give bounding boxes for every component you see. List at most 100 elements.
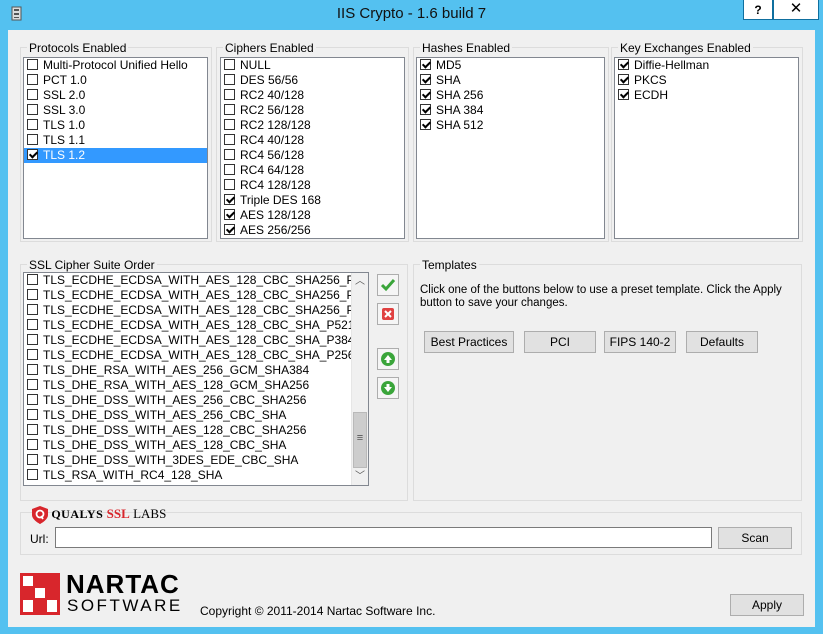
cipher-item-rc2-56-128[interactable]: RC2 56/128 <box>221 103 404 118</box>
protocol-checkbox[interactable] <box>27 149 38 160</box>
cipher-suite-item-tls-dhe-rsa-with-aes-256-gcm-sha384[interactable]: TLS_DHE_RSA_WITH_AES_256_GCM_SHA384 <box>24 363 368 378</box>
key-exchange-checkbox[interactable] <box>618 89 629 100</box>
cipher-checkbox[interactable] <box>224 179 235 190</box>
protocols-list[interactable]: Multi-Protocol Unified Hello PCT 1.0 SSL 2… <box>23 57 208 239</box>
cipher-suite-item-tls-dhe-rsa-with-aes-128-gcm-sha256[interactable]: TLS_DHE_RSA_WITH_AES_128_GCM_SHA256 <box>24 378 368 393</box>
cipher-item-null[interactable]: NULL <box>221 58 404 73</box>
cipher-checkbox[interactable] <box>224 119 235 130</box>
cipher-suite-item-tls-dhe-dss-with-aes-256-cbc-sha[interactable]: TLS_DHE_DSS_WITH_AES_256_CBC_SHA <box>24 408 368 423</box>
cipher-checkbox[interactable] <box>224 104 235 115</box>
key-exchange-item-ecdh[interactable]: ECDH <box>615 88 798 103</box>
cipher-suite-item-tls-ecdhe-ecdsa-with-aes-128-cbc-sha256-p384[interactable]: TLS_ECDHE_ECDSA_WITH_AES_128_CBC_SHA256_… <box>24 288 368 303</box>
cipher-suite-item-tls-dhe-dss-with-aes-128-cbc-sha[interactable]: TLS_DHE_DSS_WITH_AES_128_CBC_SHA <box>24 438 368 453</box>
key-exchange-checkbox[interactable] <box>618 74 629 85</box>
cipher-suite-item-tls-ecdhe-ecdsa-with-aes-128-cbc-sha256-p521[interactable]: TLS_ECDHE_ECDSA_WITH_AES_128_CBC_SHA256_… <box>24 273 368 288</box>
delete-button[interactable] <box>377 303 399 325</box>
cipher-suite-list[interactable]: TLS_ECDHE_ECDSA_WITH_AES_128_CBC_SHA256_… <box>23 272 369 486</box>
key-exchange-checkbox[interactable] <box>618 59 629 70</box>
best-practices-button[interactable]: Best Practices <box>424 331 514 353</box>
hash-checkbox[interactable] <box>420 74 431 85</box>
cipher-checkbox[interactable] <box>224 74 235 85</box>
cipher-suite-checkbox[interactable] <box>27 469 38 480</box>
protocol-item-tls-1-2[interactable]: TLS 1.2 <box>24 148 207 163</box>
cipher-item-aes-128-128[interactable]: AES 128/128 <box>221 208 404 223</box>
scroll-down-arrow-icon[interactable]: ﹀ <box>352 468 368 485</box>
hash-item-sha-384[interactable]: SHA 384 <box>417 103 604 118</box>
scan-button[interactable]: Scan <box>718 527 792 549</box>
move-up-button[interactable] <box>377 348 399 370</box>
cipher-suite-checkbox[interactable] <box>27 409 38 420</box>
protocol-item-tls-1-0[interactable]: TLS 1.0 <box>24 118 207 133</box>
cipher-item-triple-des-168[interactable]: Triple DES 168 <box>221 193 404 208</box>
cipher-item-rc4-40-128[interactable]: RC4 40/128 <box>221 133 404 148</box>
cipher-suite-checkbox[interactable] <box>27 379 38 390</box>
hash-item-sha[interactable]: SHA <box>417 73 604 88</box>
hash-checkbox[interactable] <box>420 104 431 115</box>
cipher-suite-checkbox[interactable] <box>27 304 38 315</box>
defaults-button[interactable]: Defaults <box>686 331 758 353</box>
apply-button[interactable]: Apply <box>730 594 804 616</box>
cipher-suite-checkbox[interactable] <box>27 274 38 285</box>
protocol-checkbox[interactable] <box>27 89 38 100</box>
move-down-button[interactable] <box>377 377 399 399</box>
cipher-suite-item-tls-dhe-dss-with-3des-ede-cbc-sha[interactable]: TLS_DHE_DSS_WITH_3DES_EDE_CBC_SHA <box>24 453 368 468</box>
cipher-checkbox[interactable] <box>224 164 235 175</box>
cipher-suite-checkbox[interactable] <box>27 334 38 345</box>
close-button[interactable]: ✕ <box>773 0 819 20</box>
key-exchange-item-diffie-hellman[interactable]: Diffie-Hellman <box>615 58 798 73</box>
ciphers-list[interactable]: NULL DES 56/56 RC2 40/128 RC2 56/128 RC2 128… <box>220 57 405 239</box>
protocol-checkbox[interactable] <box>27 134 38 145</box>
cipher-item-rc2-128-128[interactable]: RC2 128/128 <box>221 118 404 133</box>
cipher-suite-item-tls-dhe-dss-with-aes-128-cbc-sha256[interactable]: TLS_DHE_DSS_WITH_AES_128_CBC_SHA256 <box>24 423 368 438</box>
cipher-suite-checkbox[interactable] <box>27 349 38 360</box>
hash-item-sha-512[interactable]: SHA 512 <box>417 118 604 133</box>
cipher-suite-checkbox[interactable] <box>27 439 38 450</box>
protocol-item-pct-1-0[interactable]: PCT 1.0 <box>24 73 207 88</box>
cipher-suite-item-tls-ecdhe-ecdsa-with-aes-128-cbc-sha-p384[interactable]: TLS_ECDHE_ECDSA_WITH_AES_128_CBC_SHA_P38… <box>24 333 368 348</box>
protocol-item-multi-protocol-unified-hello[interactable]: Multi-Protocol Unified Hello <box>24 58 207 73</box>
protocol-item-tls-1-1[interactable]: TLS 1.1 <box>24 133 207 148</box>
cipher-checkbox[interactable] <box>224 59 235 70</box>
hashes-list[interactable]: MD5 SHA SHA 256 SHA 384 SHA 512 <box>416 57 605 239</box>
hash-checkbox[interactable] <box>420 89 431 100</box>
cipher-suite-checkbox[interactable] <box>27 394 38 405</box>
fips-button[interactable]: FIPS 140-2 <box>604 331 676 353</box>
cipher-checkbox[interactable] <box>224 89 235 100</box>
hash-item-md5[interactable]: MD5 <box>417 58 604 73</box>
hash-checkbox[interactable] <box>420 59 431 70</box>
protocol-checkbox[interactable] <box>27 74 38 85</box>
protocol-item-ssl-3-0[interactable]: SSL 3.0 <box>24 103 207 118</box>
cipher-suite-checkbox[interactable] <box>27 454 38 465</box>
cipher-item-rc2-40-128[interactable]: RC2 40/128 <box>221 88 404 103</box>
cipher-suite-item-tls-dhe-dss-with-aes-256-cbc-sha256[interactable]: TLS_DHE_DSS_WITH_AES_256_CBC_SHA256 <box>24 393 368 408</box>
cipher-suite-item-tls-ecdhe-ecdsa-with-aes-128-cbc-sha-p521[interactable]: TLS_ECDHE_ECDSA_WITH_AES_128_CBC_SHA_P52… <box>24 318 368 333</box>
cipher-item-rc4-64-128[interactable]: RC4 64/128 <box>221 163 404 178</box>
cipher-checkbox[interactable] <box>224 194 235 205</box>
hash-item-sha-256[interactable]: SHA 256 <box>417 88 604 103</box>
help-button[interactable]: ? <box>743 0 773 20</box>
protocol-item-ssl-2-0[interactable]: SSL 2.0 <box>24 88 207 103</box>
scroll-up-arrow-icon[interactable]: ︿ <box>352 273 368 290</box>
cipher-suite-checkbox[interactable] <box>27 424 38 435</box>
cipher-suite-scrollbar[interactable]: ︿ ≡ ﹀ <box>351 273 368 485</box>
cipher-checkbox[interactable] <box>224 224 235 235</box>
pci-button[interactable]: PCI <box>524 331 596 353</box>
cipher-checkbox[interactable] <box>224 134 235 145</box>
key-exchanges-list[interactable]: Diffie-Hellman PKCS ECDH <box>614 57 799 239</box>
cipher-item-rc4-128-128[interactable]: RC4 128/128 <box>221 178 404 193</box>
cipher-suite-checkbox[interactable] <box>27 289 38 300</box>
hash-checkbox[interactable] <box>420 119 431 130</box>
cipher-item-rc4-56-128[interactable]: RC4 56/128 <box>221 148 404 163</box>
cipher-checkbox[interactable] <box>224 209 235 220</box>
cipher-suite-checkbox[interactable] <box>27 364 38 375</box>
scroll-thumb[interactable]: ≡ <box>353 412 367 468</box>
cipher-suite-checkbox[interactable] <box>27 319 38 330</box>
cipher-suite-item-tls-ecdhe-ecdsa-with-aes-128-cbc-sha-p256[interactable]: TLS_ECDHE_ECDSA_WITH_AES_128_CBC_SHA_P25… <box>24 348 368 363</box>
cipher-suite-item-tls-ecdhe-ecdsa-with-aes-128-cbc-sha256-p256[interactable]: TLS_ECDHE_ECDSA_WITH_AES_128_CBC_SHA256_… <box>24 303 368 318</box>
url-input[interactable] <box>55 527 712 548</box>
cipher-checkbox[interactable] <box>224 149 235 160</box>
key-exchange-item-pkcs[interactable]: PKCS <box>615 73 798 88</box>
cipher-item-aes-256-256[interactable]: AES 256/256 <box>221 223 404 238</box>
cipher-suite-item-tls-rsa-with-rc4-128-sha[interactable]: TLS_RSA_WITH_RC4_128_SHA <box>24 468 368 483</box>
cipher-item-des-56-56[interactable]: DES 56/56 <box>221 73 404 88</box>
